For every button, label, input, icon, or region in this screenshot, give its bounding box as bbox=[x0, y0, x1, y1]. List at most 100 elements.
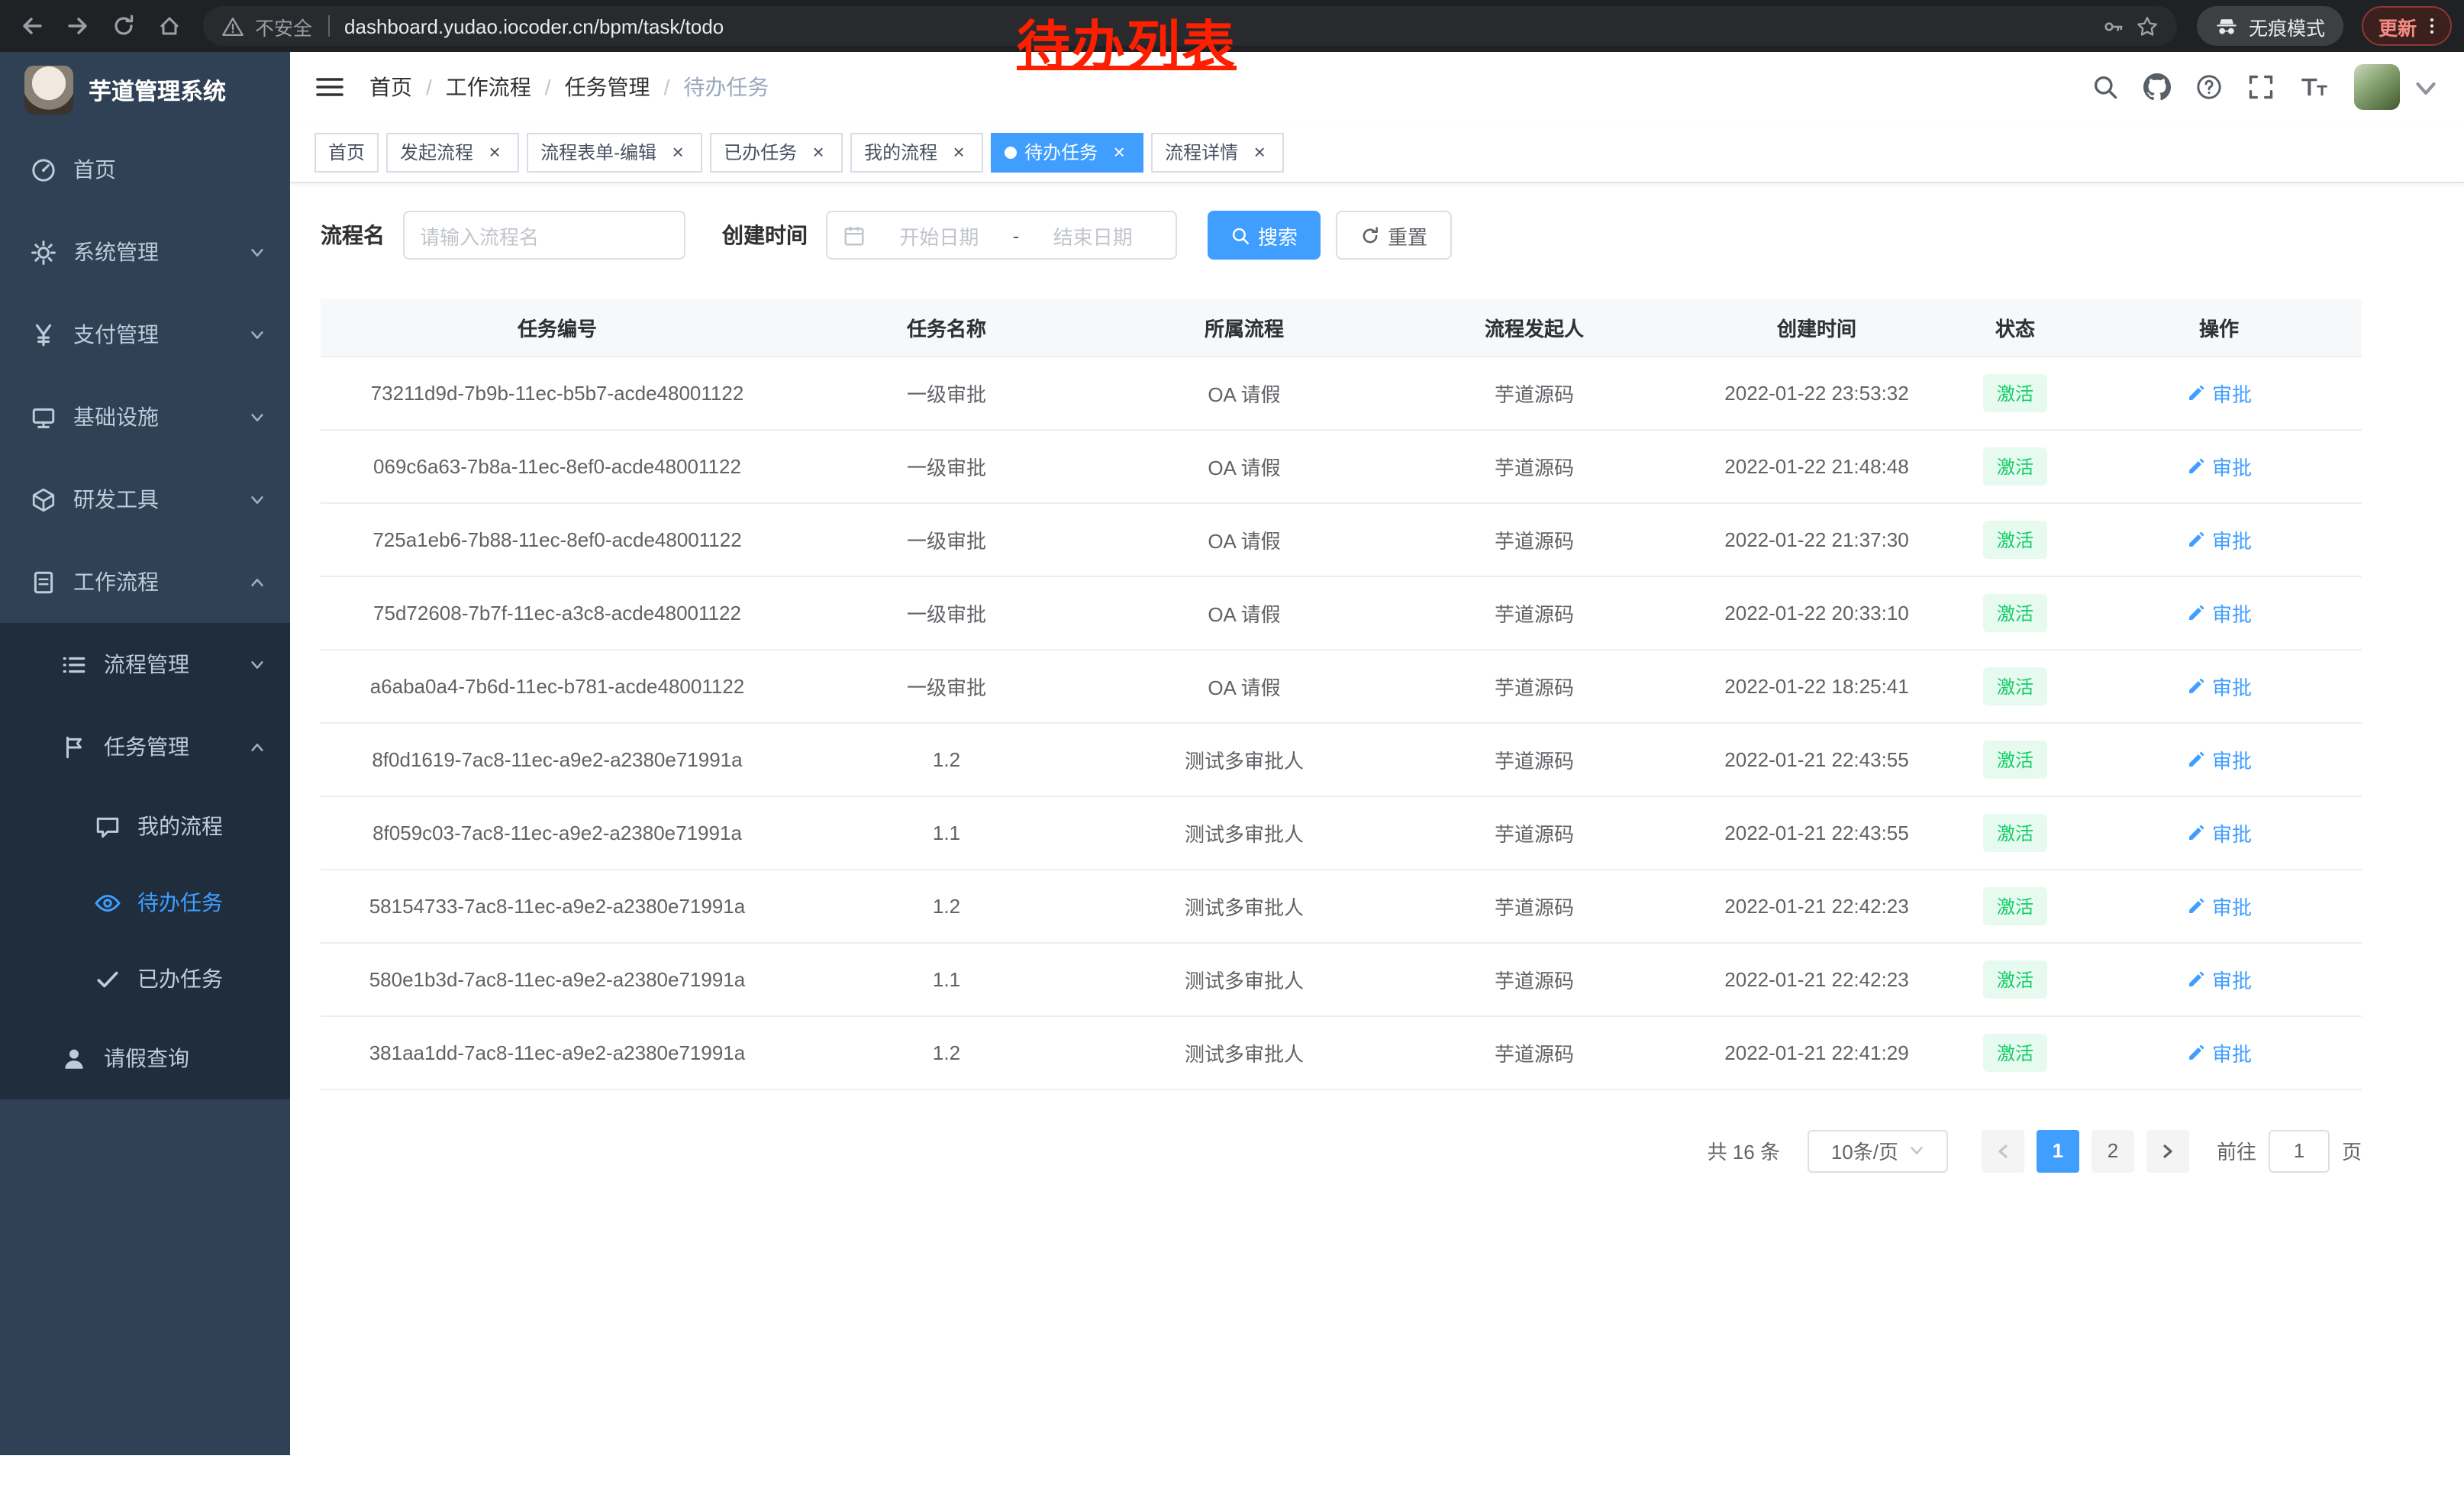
page-button-2[interactable]: 2 bbox=[2091, 1129, 2134, 1172]
user-avatar[interactable] bbox=[2354, 64, 2400, 110]
table-row: 580e1b3d-7ac8-11ec-a9e2-a2380e71991a1.1测… bbox=[321, 942, 2362, 1015]
date-range-picker[interactable]: 开始日期 - 结束日期 bbox=[826, 211, 1177, 260]
table-row: 8f059c03-7ac8-11ec-a9e2-a2380e71991a1.1测… bbox=[321, 796, 2362, 869]
initiator-cell: 芋道源码 bbox=[1389, 796, 1679, 869]
sidebar-item-label: 已办任务 bbox=[137, 964, 223, 994]
sidebar-item-todo-tasks[interactable]: 待办任务 bbox=[0, 864, 290, 941]
close-icon[interactable]: × bbox=[484, 141, 505, 163]
sidebar-item-system[interactable]: 系统管理 bbox=[0, 211, 290, 293]
sidebar-item-label: 首页 bbox=[73, 154, 116, 185]
reset-button[interactable]: 重置 bbox=[1336, 211, 1452, 260]
approve-link[interactable]: 审批 bbox=[2186, 964, 2252, 993]
update-button[interactable]: 更新 bbox=[2362, 6, 2452, 46]
tab-start-process[interactable]: 发起流程× bbox=[386, 132, 519, 172]
home-button[interactable] bbox=[150, 6, 189, 46]
process-name-input[interactable]: 请输入流程名 bbox=[403, 211, 685, 260]
sidebar-menu: 首页系统管理支付管理基础设施研发工具工作流程流程管理任务管理我的流程待办任务已办… bbox=[0, 128, 290, 1099]
initiator-cell: 芋道源码 bbox=[1389, 502, 1679, 576]
page-size-select[interactable]: 10条/页 bbox=[1808, 1129, 1948, 1172]
approve-link[interactable]: 审批 bbox=[2186, 818, 2252, 847]
end-date-placeholder: 结束日期 bbox=[1025, 221, 1160, 250]
next-page-button[interactable] bbox=[2146, 1129, 2189, 1172]
sidebar-item-done-tasks[interactable]: 已办任务 bbox=[0, 941, 290, 1017]
task-name-cell: 1.2 bbox=[794, 869, 1099, 942]
forward-button[interactable] bbox=[58, 6, 98, 46]
tab-done-tasks[interactable]: 已办任务 × bbox=[710, 132, 843, 172]
close-icon[interactable]: × bbox=[667, 141, 689, 163]
chevron-down-icon bbox=[249, 656, 266, 673]
key-icon[interactable] bbox=[2102, 15, 2125, 37]
tab-label: 流程表单-编辑 bbox=[540, 139, 656, 165]
sidebar-item-payment[interactable]: 支付管理 bbox=[0, 293, 290, 376]
approve-link[interactable]: 审批 bbox=[2186, 378, 2252, 407]
create-time-cell: 2022-01-21 22:42:23 bbox=[1679, 942, 1954, 1015]
sidebar-item-home[interactable]: 首页 bbox=[0, 128, 290, 211]
incognito-badge: 无痕模式 bbox=[2197, 6, 2343, 46]
tab-my-process[interactable]: 我的流程× bbox=[850, 132, 983, 172]
edit-icon bbox=[2186, 676, 2206, 696]
help-icon[interactable] bbox=[2195, 73, 2223, 101]
search-icon[interactable] bbox=[2091, 73, 2119, 101]
menu-dots-icon[interactable] bbox=[2421, 15, 2443, 37]
create-time-cell: 2022-01-21 22:43:55 bbox=[1679, 796, 1954, 869]
app-logo[interactable]: 芋道管理系统 bbox=[0, 52, 290, 128]
eye-icon bbox=[95, 889, 121, 915]
edit-icon bbox=[2186, 529, 2206, 549]
header-actions bbox=[2091, 64, 2440, 110]
process-cell: OA 请假 bbox=[1099, 356, 1389, 429]
sidebar-toggle-icon[interactable] bbox=[314, 73, 345, 101]
close-icon[interactable]: × bbox=[808, 141, 829, 163]
font-size-icon[interactable] bbox=[2299, 73, 2330, 101]
content: 流程名 请输入流程名 创建时间 开始日期 - 结束日期 搜索 bbox=[290, 183, 2464, 1172]
search-button[interactable]: 搜索 bbox=[1208, 211, 1321, 260]
main-header: 首页/工作流程/任务管理/待办任务 bbox=[290, 52, 2464, 122]
sidebar-item-infrastructure[interactable]: 基础设施 bbox=[0, 376, 290, 458]
process-cell: 测试多审批人 bbox=[1099, 942, 1389, 1015]
tab-label: 待办任务 bbox=[1024, 139, 1098, 165]
process-cell: OA 请假 bbox=[1099, 649, 1389, 722]
approve-link[interactable]: 审批 bbox=[2186, 671, 2252, 700]
prev-page-button[interactable] bbox=[1982, 1129, 2024, 1172]
github-icon[interactable] bbox=[2143, 73, 2171, 101]
tab-todo-tasks[interactable]: 待办任务 × bbox=[991, 132, 1143, 172]
breadcrumb-item[interactable]: 工作流程 bbox=[446, 72, 531, 102]
page-button-1[interactable]: 1 bbox=[2037, 1129, 2079, 1172]
process-name-label: 流程名 bbox=[321, 220, 385, 250]
task-name-cell: 1.2 bbox=[794, 1015, 1099, 1089]
calendar-icon bbox=[843, 224, 866, 247]
breadcrumb-item[interactable]: 任务管理 bbox=[565, 72, 650, 102]
approve-link[interactable]: 审批 bbox=[2186, 891, 2252, 920]
sidebar-item-leave-query[interactable]: 请假查询 bbox=[0, 1017, 290, 1099]
close-icon[interactable]: × bbox=[948, 141, 969, 163]
bookmark-star-icon[interactable] bbox=[2136, 15, 2159, 37]
create-time-cell: 2022-01-21 22:41:29 bbox=[1679, 1015, 1954, 1089]
reload-button[interactable] bbox=[104, 6, 144, 46]
approve-link[interactable]: 审批 bbox=[2186, 525, 2252, 554]
breadcrumb-item[interactable]: 首页 bbox=[369, 72, 412, 102]
chevron-down-icon[interactable] bbox=[2412, 75, 2440, 102]
cube-icon bbox=[31, 486, 56, 512]
goto-page-input[interactable]: 1 bbox=[2269, 1129, 2330, 1172]
sidebar-item-my-process[interactable]: 我的流程 bbox=[0, 788, 290, 864]
app-title: 芋道管理系统 bbox=[89, 74, 226, 106]
close-icon[interactable]: × bbox=[1108, 141, 1130, 163]
sidebar-item-devtools[interactable]: 研发工具 bbox=[0, 458, 290, 541]
table-row: 381aa1dd-7ac8-11ec-a9e2-a2380e71991a1.2测… bbox=[321, 1015, 2362, 1089]
sidebar-item-task-mgmt[interactable]: 任务管理 bbox=[0, 705, 290, 788]
sidebar: 芋道管理系统 首页系统管理支付管理基础设施研发工具工作流程流程管理任务管理我的流… bbox=[0, 52, 290, 1455]
tab-home[interactable]: 首页 bbox=[314, 132, 379, 172]
close-icon[interactable]: × bbox=[1249, 141, 1270, 163]
approve-link[interactable]: 审批 bbox=[2186, 451, 2252, 480]
approve-link[interactable]: 审批 bbox=[2186, 1038, 2252, 1067]
back-button[interactable] bbox=[12, 6, 52, 46]
sidebar-item-workflow[interactable]: 工作流程 bbox=[0, 541, 290, 623]
sidebar-item-process-mgmt[interactable]: 流程管理 bbox=[0, 623, 290, 705]
tab-label: 已办任务 bbox=[724, 139, 797, 165]
approve-link[interactable]: 审批 bbox=[2186, 598, 2252, 627]
tab-form-edit[interactable]: 流程表单-编辑 × bbox=[527, 132, 702, 172]
sidebar-item-label: 任务管理 bbox=[104, 731, 189, 762]
table-row: a6aba0a4-7b6d-11ec-b781-acde48001122一级审批… bbox=[321, 649, 2362, 722]
fullscreen-icon[interactable] bbox=[2247, 73, 2275, 101]
tab-process-detail[interactable]: 流程详情× bbox=[1151, 132, 1284, 172]
approve-link[interactable]: 审批 bbox=[2186, 744, 2252, 773]
